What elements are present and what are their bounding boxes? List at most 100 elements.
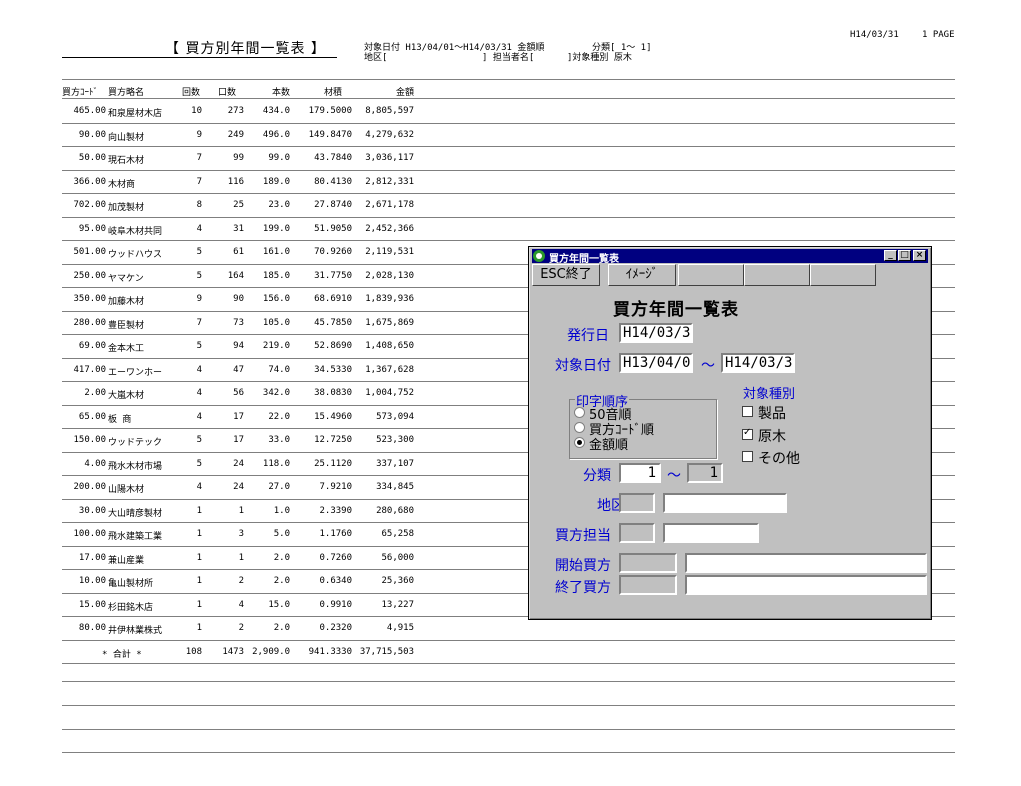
table-cell: 94 — [233, 341, 244, 351]
total-cell: 37,715,503 — [359, 646, 414, 657]
target-date-to-input[interactable]: H14/03/31 — [721, 353, 795, 373]
dialog-titlebar[interactable]: 買方年間一覧表 _ □ × — [532, 249, 928, 265]
table-cell: 13,227 — [381, 599, 414, 610]
buyer-annual-list-dialog: 買方年間一覧表 _ □ × ESC終了 ｲﾒｰｼﾞ 買方年間一覧表 発行日 H1… — [528, 246, 932, 620]
table-cell: 219.0 — [262, 341, 290, 351]
start-buyer-name-input[interactable] — [685, 553, 927, 573]
table-cell: 280.00 — [73, 317, 106, 328]
table-cell: 149.8470 — [308, 129, 352, 140]
table-cell: 1,675,869 — [365, 317, 414, 328]
table-row: 50.00 現石木材 7 99 99.0 43.7840 3,036,117 — [62, 151, 955, 175]
divider — [62, 98, 955, 99]
table-cell: 2 — [238, 623, 244, 633]
table-cell: 366.00 — [73, 176, 106, 187]
table-cell: 4 — [196, 482, 202, 492]
table-cell: 15.00 — [78, 599, 106, 610]
region-name-input[interactable] — [663, 493, 787, 513]
divider — [62, 79, 955, 80]
table-cell: 65,258 — [381, 529, 414, 539]
table-cell: 150.00 — [73, 435, 106, 445]
total-cell: 1473 — [222, 646, 244, 657]
table-cell: ヤマケン — [108, 273, 144, 284]
table-cell: エーワンホー — [108, 367, 163, 378]
maximize-icon[interactable]: □ — [898, 250, 911, 261]
table-cell: 496.0 — [262, 129, 290, 140]
table-cell: 65.00 — [78, 411, 106, 422]
title-underline — [62, 57, 337, 58]
table-cell: 飛水木材市場 — [108, 461, 163, 472]
table-cell: 17 — [233, 435, 244, 445]
toolbar-button-4[interactable] — [744, 264, 810, 286]
table-cell: 1 — [196, 552, 202, 563]
table-cell: ウッドハウス — [108, 250, 163, 260]
table-cell: 1 — [196, 505, 202, 516]
table-cell: 10 — [191, 106, 202, 116]
minimize-icon[interactable]: _ — [884, 250, 897, 261]
range-tilde: ～ — [701, 358, 715, 374]
end-buyer-name-input[interactable] — [685, 575, 927, 595]
divider — [62, 752, 955, 753]
image-button[interactable]: ｲﾒｰｼﾞ — [608, 264, 676, 286]
table-cell: 4 — [196, 388, 202, 398]
buyer-staff-code-input[interactable] — [619, 523, 655, 543]
issue-date-input[interactable]: H14/03/31 — [619, 323, 693, 343]
table-cell: 1,004,752 — [365, 388, 414, 398]
range-tilde: ～ — [667, 468, 681, 484]
target-date-from-input[interactable]: H13/04/01 — [619, 353, 693, 373]
toolbar-button-3[interactable] — [678, 264, 744, 286]
table-cell: ウッドテック — [108, 438, 163, 448]
table-cell: 1,839,936 — [365, 294, 414, 304]
table-row: 90.00 向山製材 9 249 496.0 149.8470 4,279,632 — [62, 128, 955, 152]
table-cell: 273 — [227, 106, 244, 116]
checkbox-log[interactable]: 原木 — [742, 426, 786, 446]
table-cell: 105.0 — [262, 317, 290, 328]
start-buyer-code-input[interactable] — [619, 553, 677, 573]
table-cell: 板 商 — [108, 414, 132, 425]
close-icon[interactable]: × — [913, 250, 926, 261]
table-cell: 61 — [233, 247, 244, 257]
esc-exit-button[interactable]: ESC終了 — [532, 264, 600, 286]
table-cell: 15.0 — [268, 599, 290, 610]
toolbar-button-5[interactable] — [810, 264, 876, 286]
radio-amount-order[interactable]: 金額順 — [574, 434, 628, 453]
report-region: 地区[ — [364, 53, 388, 63]
total-label: * 合計 * — [102, 649, 142, 660]
radio-selected-icon — [574, 437, 585, 448]
table-cell: 179.5000 — [308, 106, 352, 116]
table-cell: 337,107 — [376, 458, 414, 469]
category-to-input[interactable]: 1 — [687, 463, 723, 483]
table-cell: 116 — [227, 176, 244, 187]
table-cell: 702.00 — [73, 200, 106, 210]
buyer-staff-name-input[interactable] — [663, 523, 759, 543]
table-cell: 118.0 — [262, 458, 290, 469]
table-cell: 4 — [196, 223, 202, 234]
table-cell: 161.0 — [262, 247, 290, 257]
table-cell: 5 — [196, 458, 202, 469]
table-cell: 3,036,117 — [365, 153, 414, 163]
table-cell: 33.0 — [268, 435, 290, 445]
table-cell: 90.00 — [78, 129, 106, 140]
end-buyer-code-input[interactable] — [619, 575, 677, 595]
table-cell: 加藤木材 — [108, 297, 145, 307]
table-cell: 0.2320 — [319, 623, 352, 633]
table-cell: 52.8690 — [314, 341, 352, 351]
table-cell: 50.00 — [78, 153, 106, 163]
checkbox-product[interactable]: 製品 — [742, 403, 786, 423]
table-cell: 9 — [196, 294, 202, 304]
checkbox-other[interactable]: その他 — [742, 448, 800, 468]
divider — [62, 705, 955, 706]
col-volume: 材積 — [324, 88, 343, 98]
table-cell: 3 — [238, 529, 244, 539]
table-cell: 200.00 — [73, 482, 106, 492]
table-row: 702.00 加茂製材 8 25 23.0 27.8740 2,671,178 — [62, 198, 955, 222]
table-cell: 4 — [196, 364, 202, 375]
table-cell: 24 — [233, 458, 244, 469]
table-cell: 9 — [196, 129, 202, 140]
category-from-input[interactable]: 1 — [619, 463, 661, 483]
table-cell: 199.0 — [262, 223, 290, 234]
region-code-input[interactable] — [619, 493, 655, 513]
table-cell: 2,452,366 — [365, 223, 414, 234]
dialog-title: 買方年間一覧表 — [549, 254, 619, 265]
table-cell: 334,845 — [376, 482, 414, 492]
table-cell: 189.0 — [262, 176, 290, 187]
